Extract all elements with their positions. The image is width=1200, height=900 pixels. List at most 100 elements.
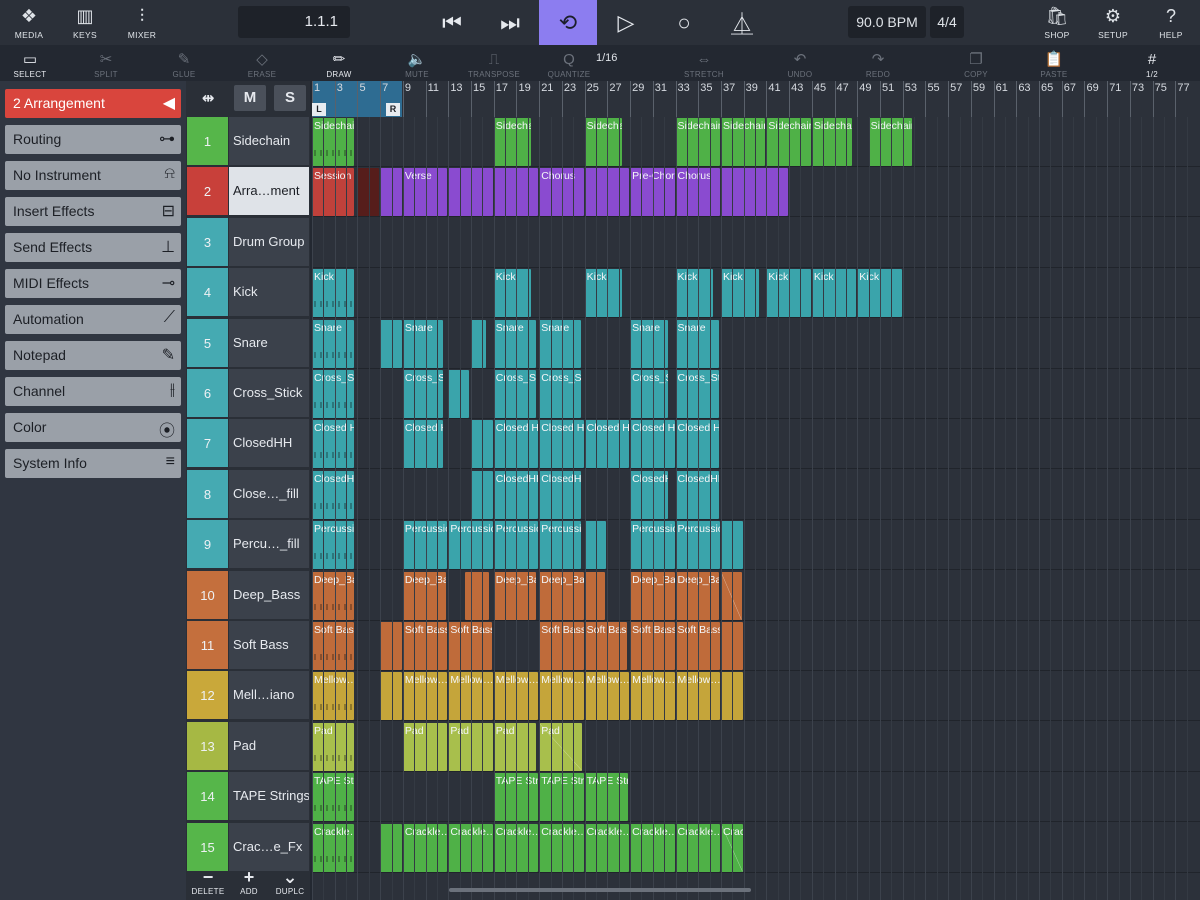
record-button[interactable]: ○ (655, 0, 713, 45)
track-header[interactable]: 5 Snare (187, 318, 309, 367)
stretch-tool-button[interactable]: ⇔ STRETCH (674, 45, 734, 81)
clip[interactable]: Deep_Bass (675, 571, 719, 620)
1-2-tool-button[interactable]: #1/2 (1122, 45, 1182, 81)
clip[interactable] (471, 319, 486, 368)
delete-track-button[interactable]: − DELETE (188, 867, 228, 900)
erase-tool-button[interactable]: ◇ ERASE (232, 45, 292, 81)
track-header[interactable]: 4 Kick (187, 268, 309, 317)
track-header[interactable]: 7 ClosedHH (187, 419, 309, 468)
clip[interactable]: Snare (539, 319, 582, 368)
setup-button[interactable]: ⚙ SETUP (1090, 0, 1136, 45)
track-header[interactable]: 13 Pad (187, 721, 309, 770)
clip[interactable]: Kick (312, 269, 355, 318)
quantize-tool-button[interactable]: Q QUANTIZE (539, 45, 599, 81)
transpose-tool-button[interactable]: ⎍ TRANSPOSE (464, 45, 524, 81)
add-track-button[interactable]: + ADD (229, 867, 269, 900)
clip[interactable]: Deep_Bass (312, 571, 355, 620)
draw-tool-button[interactable]: ✏ DRAW (309, 45, 369, 81)
clip[interactable] (465, 571, 490, 620)
inspector-channel[interactable]: Channel ⫲ (5, 377, 181, 406)
clip[interactable] (720, 571, 742, 620)
inspector-color[interactable]: Color ⦿ (5, 413, 181, 442)
clip[interactable]: Kick (584, 269, 623, 318)
inspector-automation[interactable]: Automation ⟋ (5, 305, 181, 334)
inspector-midi-effects[interactable]: MIDI Effects ⊸ (5, 269, 181, 298)
inspector-notepad[interactable]: Notepad ✎ (5, 341, 181, 370)
clip[interactable]: Mellow… Piano (312, 672, 355, 721)
clip[interactable]: ClosedHH_fill (630, 470, 668, 519)
inspector-routing[interactable]: Routing ⊶ (5, 125, 181, 154)
clip[interactable]: Soft Bass (448, 622, 492, 670)
quantize-value[interactable]: 1/16 (596, 52, 617, 64)
loop-left-marker[interactable]: L (312, 103, 326, 116)
media-button[interactable]: ❖ MEDIA (4, 0, 54, 45)
duplicate-track-button[interactable]: ⌄ DUPLC (270, 867, 310, 900)
clip[interactable]: Pad (493, 722, 536, 771)
track-header[interactable]: 8 Close…_fill (187, 469, 309, 518)
track-header[interactable]: 2 Arra…ment (187, 167, 309, 216)
clip[interactable]: Snare (312, 319, 355, 368)
time-signature-display[interactable]: 4/4 (930, 6, 964, 38)
help-button[interactable]: ? HELP (1148, 0, 1194, 45)
loop-button[interactable]: ⟲ (539, 0, 597, 45)
clip[interactable]: Kick (720, 269, 759, 318)
clip[interactable]: Kick (493, 269, 532, 318)
clip[interactable] (584, 571, 606, 620)
solo-all-button[interactable]: S (274, 85, 306, 111)
clip[interactable]: Pad (539, 722, 583, 771)
track-header[interactable]: 1 Sidechain (187, 117, 309, 165)
timeline-ruler[interactable]: 1 3 5 7 9 11 13 15 17 19 21 23 25 27 29 31 33 35 37 39 41 43 4… (312, 81, 1200, 117)
clip[interactable]: Sidechain (584, 118, 623, 166)
arrange-tracks-button[interactable]: ⇹ (189, 85, 227, 111)
tempo-display[interactable]: 90.0 BPM (848, 6, 926, 38)
track-header[interactable]: 10 Deep_Bass (187, 570, 309, 619)
track-header[interactable]: 3 Drum Group (187, 217, 309, 266)
clip[interactable]: Cross_Stick (675, 370, 719, 418)
clip[interactable]: Snare (493, 319, 536, 368)
inspector-system-info[interactable]: System Info ≡ (5, 449, 181, 478)
clip[interactable]: Crackle…oise_Fx (312, 823, 355, 872)
track-header[interactable]: 6 Cross_Stick (187, 369, 309, 417)
clip[interactable]: Cross_Stick (312, 370, 355, 418)
inspector-send-effects[interactable]: Send Effects ⊥ (5, 233, 181, 262)
track-header[interactable]: 11 Soft Bass (187, 621, 309, 669)
track-header[interactable]: 12 Mell…iano (187, 671, 309, 720)
clip[interactable]: Cross_Stick (539, 370, 582, 418)
track-header[interactable]: 15 Crac…e_Fx (187, 822, 309, 871)
clip[interactable] (448, 370, 469, 418)
clip[interactable]: Soft Bass (584, 622, 627, 670)
inspector-insert-effects[interactable]: Insert Effects ⊟ (5, 197, 181, 226)
clip[interactable]: Sidechain (312, 118, 355, 166)
clip[interactable]: Closed HH (675, 420, 719, 469)
paste-tool-button[interactable]: 📋 PASTE (1024, 45, 1084, 81)
metronome-button[interactable]: ⏅ (713, 0, 771, 45)
clip[interactable]: TAPE Strings (312, 773, 355, 822)
clip[interactable]: Soft Bass (312, 622, 355, 670)
play-button[interactable]: ▷ (597, 0, 655, 45)
clip[interactable]: Pad (312, 722, 355, 771)
clip[interactable]: ClosedHH_fill (312, 470, 355, 519)
clip[interactable]: ClosedHH_fill (675, 470, 719, 519)
clip[interactable]: Cross_Stick (493, 370, 536, 418)
clip[interactable]: Closed HH (312, 420, 355, 469)
clip[interactable]: ClosedHH_fill (539, 470, 582, 519)
glue-tool-button[interactable]: ✎ GLUE (154, 45, 214, 81)
clip[interactable]: Session (312, 168, 355, 217)
clip[interactable]: Percussion_fill (539, 521, 582, 570)
shop-button[interactable]: 🛍 SHOP (1034, 0, 1080, 45)
arrangement-view[interactable]: 1 3 5 7 9 11 13 15 17 19 21 23 25 27 29 31 33 35 37 39 41 43 4… (312, 81, 1200, 900)
track-header[interactable]: 14 TAPE Strings (187, 772, 309, 821)
clip[interactable]: Sidechain (493, 118, 532, 166)
horizontal-scrollbar[interactable] (449, 888, 751, 892)
clip[interactable]: Deep_Bass (493, 571, 536, 620)
forward-button[interactable]: ⏭ (481, 0, 539, 45)
redo-tool-button[interactable]: ↷ REDO (848, 45, 908, 81)
undo-tool-button[interactable]: ↶ UNDO (770, 45, 830, 81)
split-tool-button[interactable]: ✂ SPLIT (76, 45, 136, 81)
rewind-button[interactable]: ⏮ (423, 0, 481, 45)
clip[interactable]: Snare (675, 319, 719, 368)
track-header[interactable]: 9 Percu…_fill (187, 520, 309, 569)
copy-tool-button[interactable]: ❐ COPY (946, 45, 1006, 81)
clip[interactable]: Snare (630, 319, 668, 368)
clip[interactable]: Percussion_fill (312, 521, 355, 570)
